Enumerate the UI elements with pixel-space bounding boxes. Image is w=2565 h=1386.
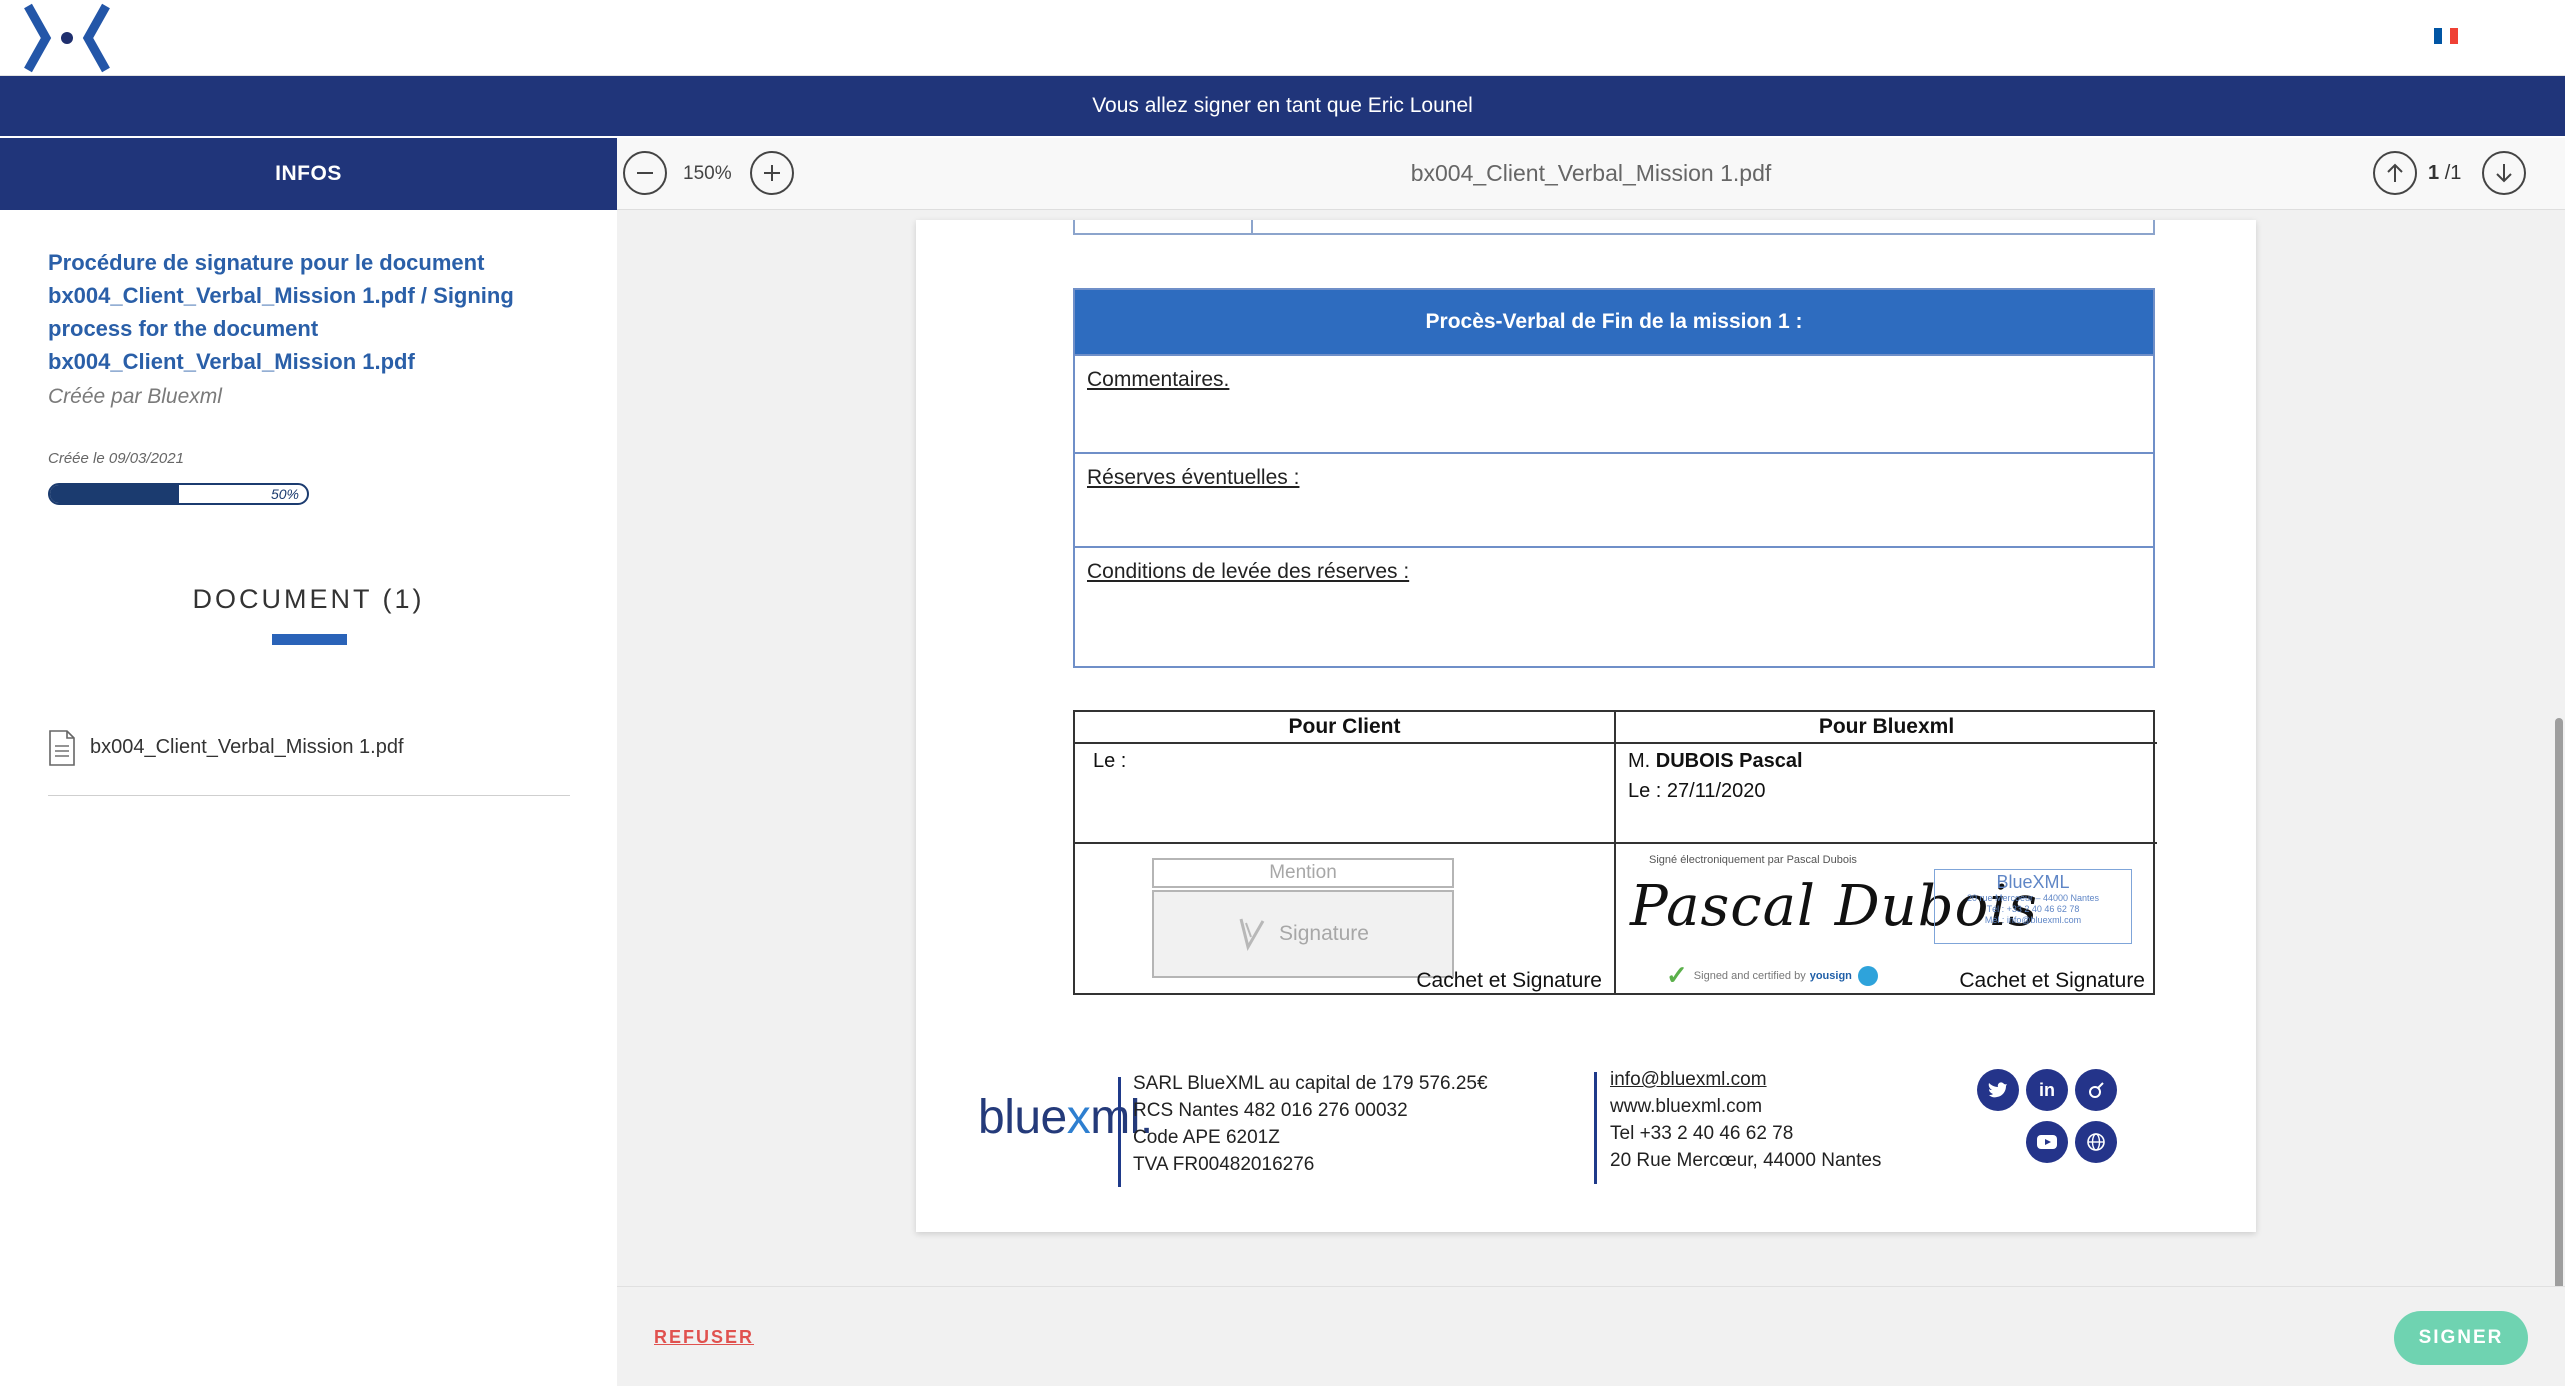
- company-info: SARL BlueXML au capital de 179 576.25€ R…: [1133, 1070, 1488, 1178]
- logo-text-x: x: [1066, 1091, 1091, 1144]
- company-line: RCS Nantes 482 016 276 00032: [1133, 1100, 1408, 1121]
- client-signature-column: Pour Client Le : Mention Signature Cache…: [1075, 712, 1616, 993]
- pv-row-label: Réserves éventuelles :: [1087, 466, 1300, 489]
- viewer-scrollbar-thumb[interactable]: [2555, 718, 2563, 1286]
- tab-infos-label: INFOS: [275, 162, 342, 185]
- contact-website: www.bluexml.com: [1610, 1096, 1763, 1117]
- certified-label: Signed and certified by: [1693, 969, 1806, 982]
- document-list-item[interactable]: bx004_Client_Verbal_Mission 1.pdf: [48, 722, 570, 796]
- created-on: Créée le 09/03/2021: [48, 450, 184, 467]
- france-flag-icon[interactable]: [2434, 28, 2458, 44]
- company-line: SARL BlueXML au capital de 179 576.25€: [1133, 1073, 1488, 1094]
- pv-row-conditions: Conditions de levée des réserves :: [1075, 546, 2153, 662]
- bluexml-info: M. DUBOIS Pascal Le : 27/11/2020: [1616, 744, 2157, 844]
- client-info: Le :: [1075, 744, 1614, 844]
- yousign-logo-icon: [1857, 965, 1878, 986]
- signature-progress-bar: 50%: [48, 483, 309, 505]
- footer-divider: [1118, 1077, 1121, 1187]
- viadeo-icon[interactable]: [2075, 1069, 2117, 1111]
- company-line: Code APE 6201Z: [1133, 1127, 1280, 1148]
- pv-row-label: Conditions de levée des réserves :: [1087, 560, 1410, 583]
- documents-heading-underline: [272, 634, 347, 645]
- signature-field[interactable]: Signature: [1152, 890, 1454, 978]
- contact-phone: Tel +33 2 40 46 62 78: [1610, 1123, 1794, 1144]
- client-cachet-label: Cachet et Signature: [1416, 969, 1602, 992]
- stamp-line: 20 rue Mercoeur – 44000 Nantes: [1966, 893, 2100, 903]
- signature-pen-icon: [1239, 918, 1265, 951]
- twitter-icon[interactable]: [1977, 1069, 2019, 1111]
- bluexml-cachet-label: Cachet et Signature: [1959, 969, 2145, 992]
- pv-row-reserves: Réserves éventuelles :: [1075, 452, 2153, 546]
- mention-field[interactable]: Mention: [1152, 858, 1454, 888]
- bluexml-logo-icon[interactable]: [22, 2, 112, 74]
- globe-icon[interactable]: [2075, 1121, 2117, 1163]
- bluexml-signature-column: Pour Bluexml M. DUBOIS Pascal Le : 27/11…: [1616, 712, 2157, 993]
- logo-text-blue: blue: [978, 1091, 1067, 1144]
- signature-table: Pour Client Le : Mention Signature Cache…: [1073, 710, 2157, 995]
- info-sidebar: Procédure de signature pour le document …: [0, 210, 617, 1386]
- arrow-up-icon: [2387, 163, 2403, 182]
- page-indicator: 1 /1: [2428, 162, 2461, 185]
- arrow-down-icon: [2496, 164, 2512, 183]
- top-header: [0, 0, 2565, 76]
- created-by: Créée par Bluexml: [48, 385, 222, 408]
- sign-button[interactable]: SIGNER: [2394, 1311, 2528, 1365]
- progress-fill: [50, 485, 179, 503]
- signatory-name: M. DUBOIS Pascal: [1628, 750, 1803, 773]
- linkedin-icon[interactable]: in: [2026, 1069, 2068, 1111]
- viewer-file-name: bx004_Client_Verbal_Mission 1.pdf: [1410, 160, 1772, 186]
- client-header: Pour Client: [1075, 712, 1614, 744]
- youtube-icon[interactable]: [2026, 1121, 2068, 1163]
- yousign-certification: ✓ Signed and certified by yousign: [1666, 960, 1878, 991]
- pdf-viewer[interactable]: Procès-Verbal de Fin de la mission 1 : C…: [617, 210, 2565, 1286]
- viewer-scrollbar[interactable]: [2553, 210, 2565, 1286]
- document-name: bx004_Client_Verbal_Mission 1.pdf: [90, 736, 404, 758]
- progress-label: 50%: [270, 486, 299, 502]
- bluexml-header: Pour Bluexml: [1616, 712, 2157, 744]
- bluexml-footer-logo: bluexml.: [978, 1090, 1153, 1145]
- next-page-button[interactable]: [2482, 151, 2526, 195]
- pv-row-label: Commentaires.: [1087, 368, 1230, 391]
- client-date-label: Le :: [1093, 750, 1127, 772]
- company-line: TVA FR00482016276: [1133, 1154, 1315, 1175]
- documents-heading: DOCUMENT (1): [192, 584, 425, 614]
- procedure-title: Procédure de signature pour le document …: [48, 250, 514, 374]
- stamp-line: Tél : +33 2 40 46 62 78: [1986, 904, 2080, 914]
- page-total: /1: [2444, 162, 2462, 184]
- file-document-icon: [49, 730, 75, 766]
- signed-electronically-note: Signé électroniquement par Pascal Dubois: [1649, 854, 1857, 866]
- stamp-line: Mél : info@bluexml.com: [1984, 915, 2082, 925]
- bluexml-date: Le : 27/11/2020: [1628, 780, 1766, 802]
- pv-title: Procès-Verbal de Fin de la mission 1 :: [1075, 290, 2153, 354]
- tab-infos[interactable]: INFOS: [0, 138, 617, 210]
- contact-email-link[interactable]: info@bluexml.com: [1610, 1066, 1881, 1093]
- footer-divider: [1594, 1072, 1597, 1184]
- signatory-prefix: M.: [1628, 750, 1651, 772]
- company-stamp: BlueXML 20 rue Mercoeur – 44000 Nantes T…: [1934, 869, 2132, 944]
- signer-banner: Vous allez signer en tant que Eric Loune…: [0, 76, 2565, 136]
- action-bar: REFUSER SIGNER: [617, 1286, 2565, 1386]
- certified-brand: yousign: [1809, 969, 1852, 982]
- signatory-name-bold: DUBOIS Pascal: [1655, 750, 1803, 772]
- stamp-title: BlueXML: [1996, 872, 2070, 892]
- previous-table-bottom: [1073, 220, 2155, 235]
- signature-placeholder: Signature: [1279, 922, 1369, 945]
- proces-verbal-table: Procès-Verbal de Fin de la mission 1 : C…: [1073, 288, 2155, 668]
- contact-info: info@bluexml.com www.bluexml.com Tel +33…: [1610, 1066, 1881, 1174]
- previous-page-button[interactable]: [2373, 151, 2417, 195]
- page-current: 1: [2428, 162, 2440, 184]
- viewer-toolbar: 150% bx004_Client_Verbal_Mission 1.pdf 1…: [617, 138, 2565, 210]
- pv-row-comments: Commentaires.: [1075, 354, 2153, 452]
- refuse-button[interactable]: REFUSER: [654, 1327, 754, 1348]
- signer-banner-text: Vous allez signer en tant que Eric Loune…: [1092, 94, 1473, 117]
- pdf-page: Procès-Verbal de Fin de la mission 1 : C…: [916, 220, 2256, 1232]
- check-icon: ✓: [1666, 960, 1688, 990]
- contact-address: 20 Rue Mercœur, 44000 Nantes: [1610, 1150, 1882, 1171]
